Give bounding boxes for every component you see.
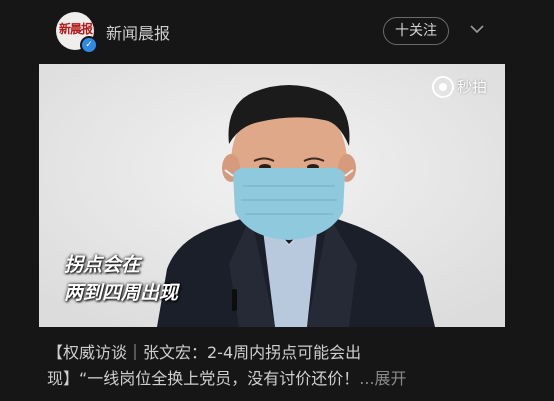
post-description[interactable]: 【权威访谈｜张文宏：2-4周内拐点可能会出 现】“一线岗位全换上党员，没有讨价还…	[47, 340, 502, 392]
description-line: 【权威访谈｜张文宏：2-4周内拐点可能会出	[47, 343, 362, 362]
description-line: 现】“一线岗位全换上党员，没有讨价还价！...展开	[47, 366, 502, 392]
account-name[interactable]: 新闻晨报	[106, 20, 170, 44]
description-text: 现】“一线岗位全换上党员，没有讨价还价！	[47, 369, 360, 388]
avatar-logo: 新晨报	[59, 22, 93, 36]
expand-link[interactable]: ...展开	[359, 369, 406, 388]
camera-logo-icon	[432, 76, 454, 98]
caption-line: 两到四周出现	[64, 282, 179, 304]
verified-icon: ✓	[80, 36, 98, 54]
caption-line: 拐点会在	[64, 254, 141, 276]
follow-button[interactable]: 十关注	[383, 17, 449, 45]
chevron-down-icon[interactable]	[470, 24, 484, 34]
post-header: 新晨报 ✓ 新闻晨报 十关注	[0, 0, 554, 62]
watermark-text: 秒拍	[457, 78, 488, 96]
video-caption: 拐点会在 两到四周出现	[64, 251, 178, 307]
